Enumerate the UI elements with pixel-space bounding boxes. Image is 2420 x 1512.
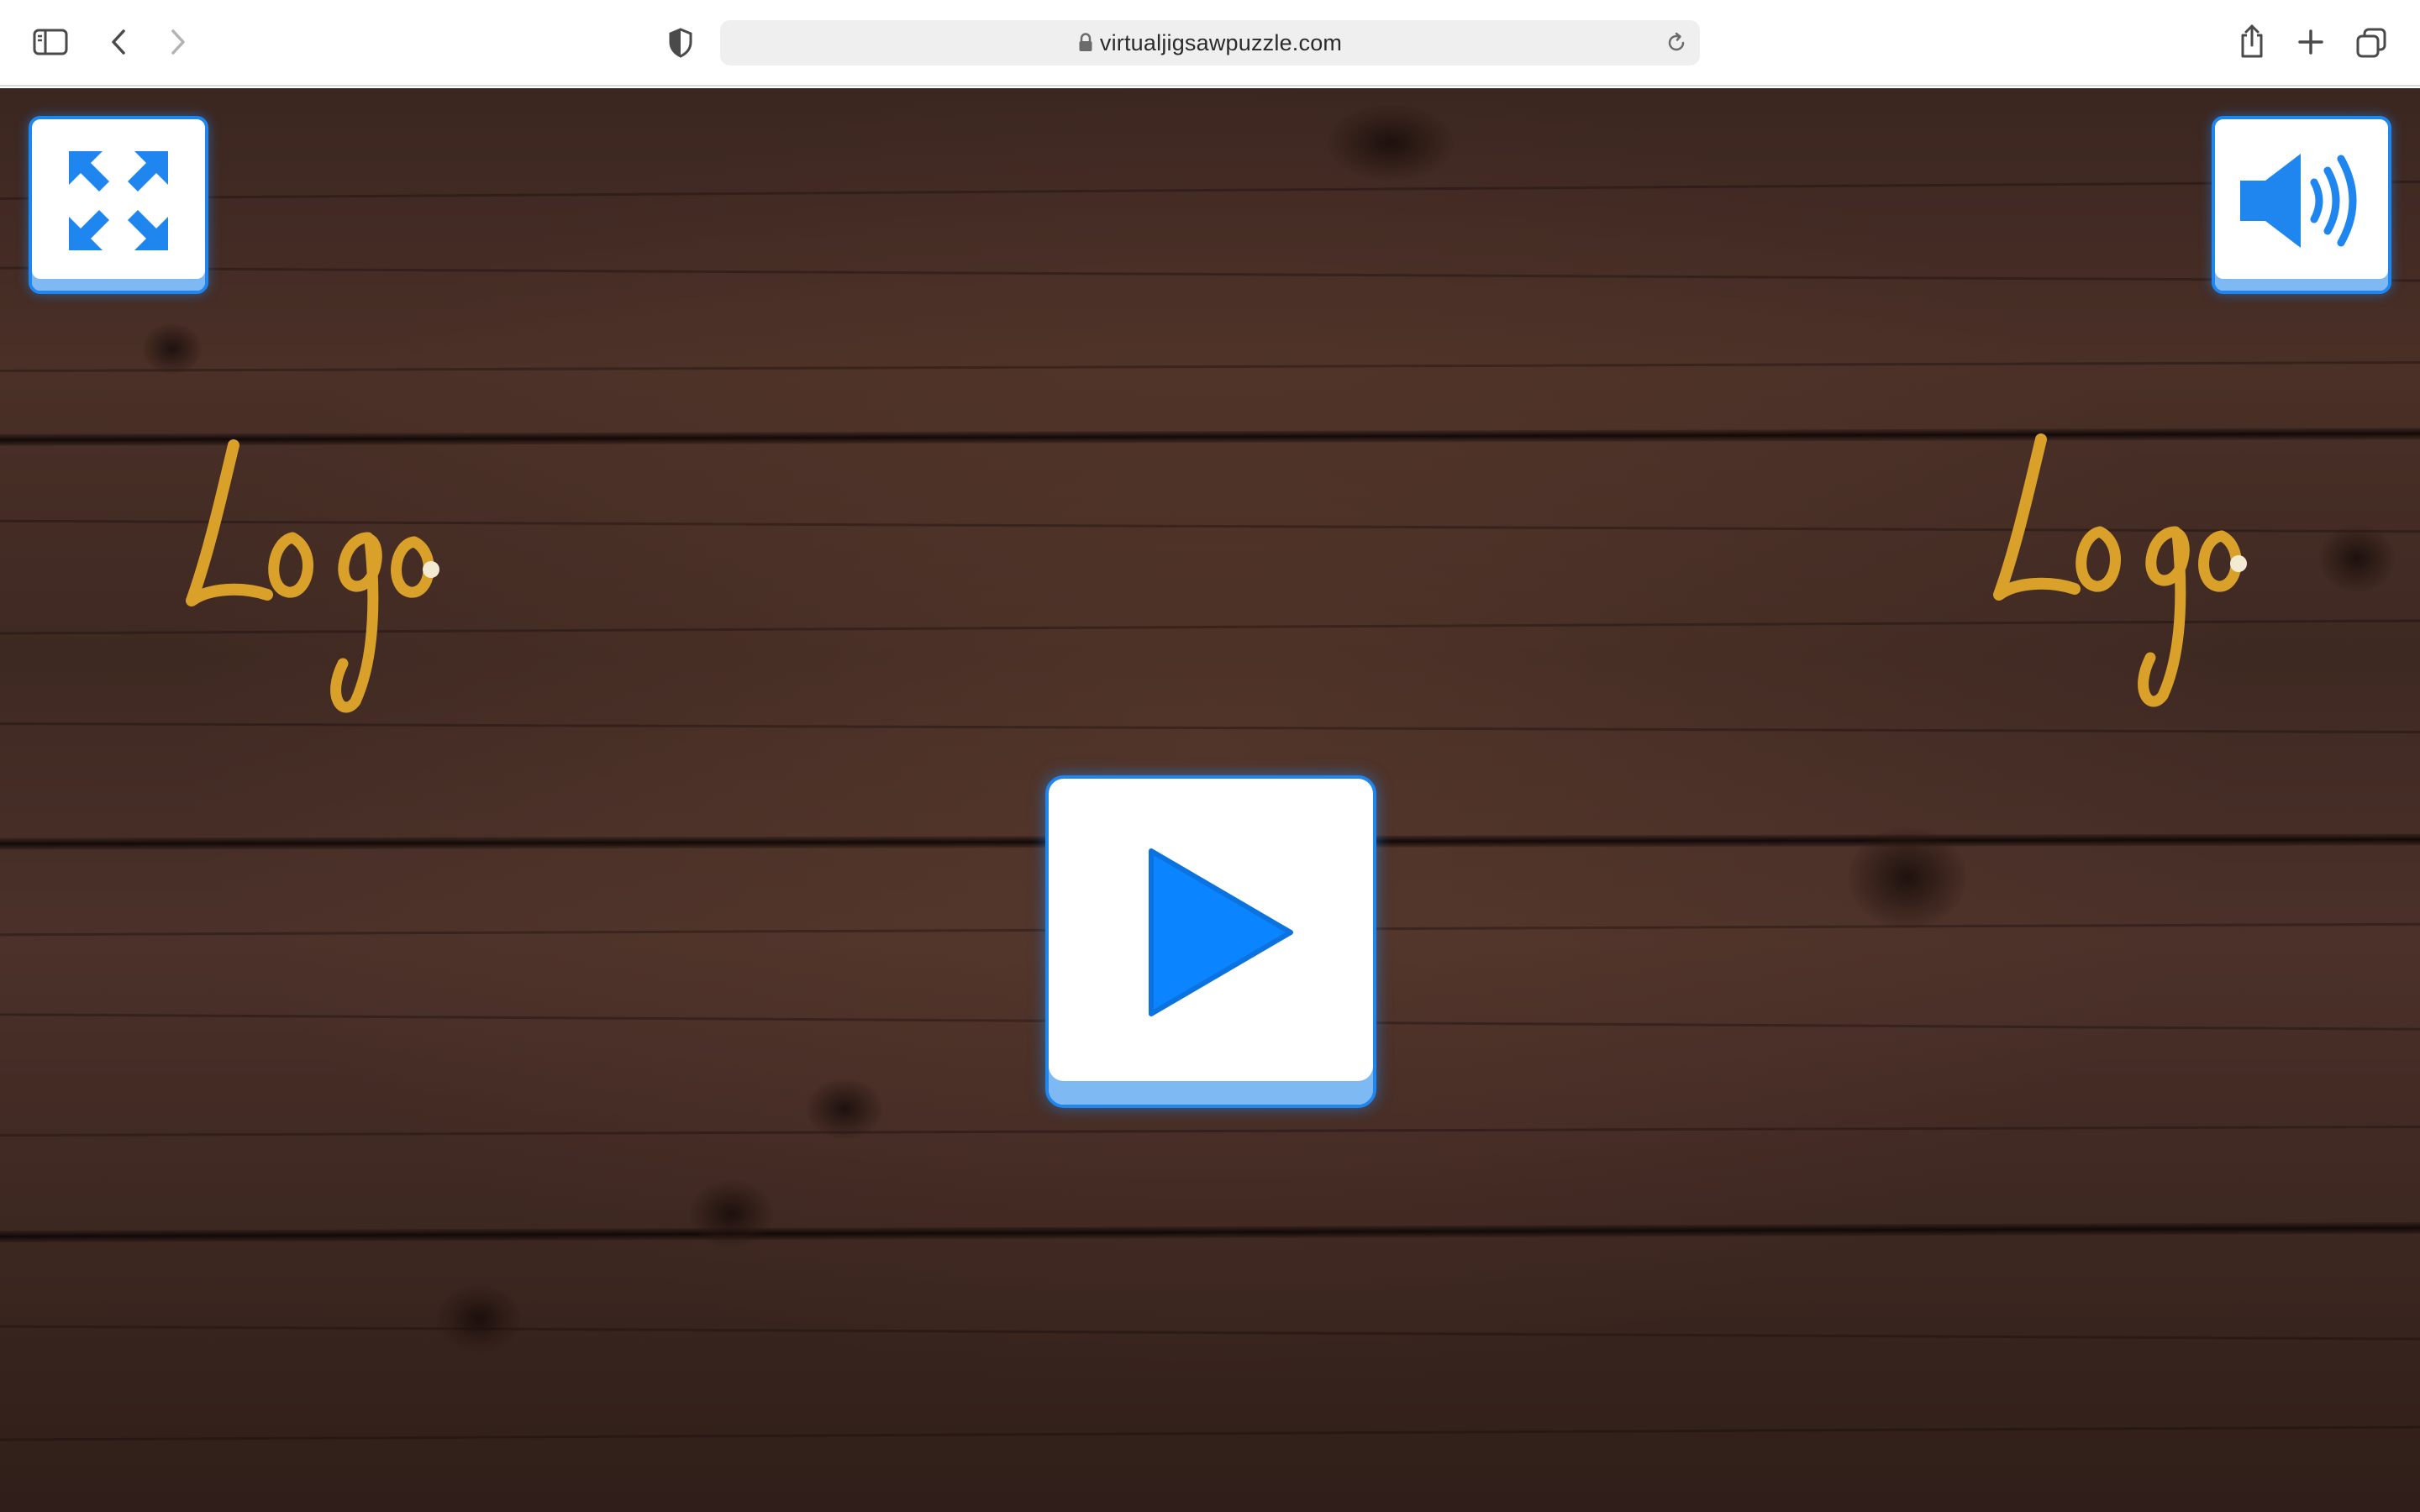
speaker-icon <box>2240 154 2357 248</box>
share-icon <box>2241 24 2263 58</box>
forward-button[interactable] <box>166 25 191 59</box>
wood-knot <box>1849 827 1966 928</box>
browser-toolbar: virtualjigsawpuzzle.com <box>0 0 2420 87</box>
wood-grain <box>0 1325 2420 1341</box>
chevron-left-icon <box>112 29 125 55</box>
new-tab-button[interactable] <box>2296 27 2326 57</box>
back-button[interactable] <box>106 25 131 59</box>
plank-seam <box>0 1221 2420 1243</box>
share-button[interactable] <box>2237 22 2267 60</box>
expand-arrows-icon <box>69 151 168 250</box>
privacy-report-button[interactable] <box>666 26 695 60</box>
wood-grain <box>0 266 2420 282</box>
play-icon <box>1149 848 1293 1016</box>
play-button[interactable] <box>1045 775 1376 1108</box>
fullscreen-button[interactable] <box>29 116 208 294</box>
shield-icon <box>669 28 692 58</box>
lock-icon <box>1079 33 1092 51</box>
address-bar[interactable]: virtualjigsawpuzzle.com <box>720 20 1700 66</box>
reload-button[interactable] <box>1665 31 1688 55</box>
sidebar-toggle-icon <box>33 29 68 55</box>
tabs-overview-icon <box>2356 28 2386 58</box>
url-text: virtualjigsawpuzzle.com <box>1099 29 1343 55</box>
logo-left <box>175 428 460 718</box>
wood-knot <box>143 323 202 374</box>
chevron-right-icon <box>171 29 185 55</box>
sound-button[interactable] <box>2212 116 2391 294</box>
wood-grain <box>0 360 2420 373</box>
tab-overview-button[interactable] <box>2354 26 2388 60</box>
sidebar-toggle-button[interactable] <box>32 27 69 57</box>
wood-knot <box>2319 525 2395 592</box>
reload-icon <box>1668 32 1685 51</box>
wood-grain <box>0 180 2420 201</box>
wood-grain <box>0 1125 2420 1137</box>
wood-knot <box>689 1180 773 1247</box>
wood-knot <box>1328 105 1454 181</box>
wood-knot <box>807 1079 882 1138</box>
logo-right <box>1982 423 2268 712</box>
plus-icon <box>2298 29 2323 55</box>
wood-knot <box>437 1285 521 1352</box>
game-stage <box>0 88 2420 1512</box>
wood-grain <box>0 1425 2420 1441</box>
wood-grain <box>0 722 2420 734</box>
